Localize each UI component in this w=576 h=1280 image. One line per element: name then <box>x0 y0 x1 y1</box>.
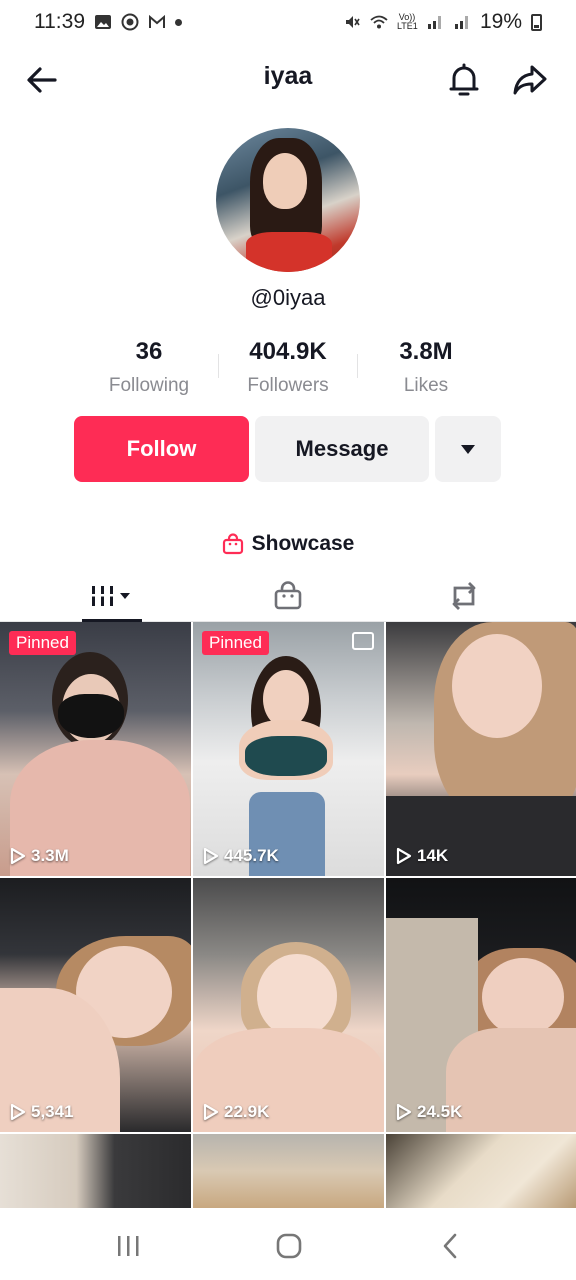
signal-icon <box>454 16 468 29</box>
view-count: 3.3M <box>10 846 69 866</box>
recents-button[interactable] <box>104 1226 152 1266</box>
view-count: 5,341 <box>10 1102 74 1122</box>
video-tile[interactable] <box>386 1134 576 1208</box>
caret-down-icon <box>461 445 475 454</box>
grid-bars-icon <box>90 586 130 606</box>
network-label: Vo)) LTE1 <box>396 12 418 31</box>
tab-shop[interactable] <box>192 570 384 622</box>
shopping-bag-icon <box>274 581 302 610</box>
video-tile[interactable] <box>0 1134 191 1208</box>
status-left: 11:39 <box>34 10 182 34</box>
username: @0iyaa <box>250 285 326 310</box>
wifi-icon <box>370 15 388 29</box>
followers-stat[interactable]: 404.9K Followers <box>218 338 358 397</box>
tab-videos[interactable] <box>16 570 208 622</box>
message-button[interactable]: Message <box>255 416 429 482</box>
content-tabs <box>0 570 576 622</box>
followers-label: Followers <box>247 375 329 396</box>
view-count: 24.5K <box>396 1102 462 1122</box>
tab-reposts[interactable] <box>368 570 560 622</box>
likes-stat[interactable]: 3.8M Likes <box>356 338 496 397</box>
notifications-button[interactable] <box>440 56 488 104</box>
following-stat[interactable]: 36 Following <box>79 338 219 397</box>
video-tile[interactable] <box>193 1134 384 1208</box>
video-grid: Pinned 3.3M Pinned 445.7K 14K 5,341 22.9… <box>0 622 576 1208</box>
status-time: 11:39 <box>34 10 85 33</box>
video-tile[interactable]: 22.9K <box>193 878 384 1132</box>
showcase-link[interactable]: Showcase <box>0 532 576 556</box>
follow-button[interactable]: Follow <box>74 416 249 482</box>
battery-icon <box>531 13 542 31</box>
record-icon <box>121 13 139 31</box>
dot-icon <box>175 18 182 26</box>
gallery-icon <box>95 15 111 29</box>
play-icon <box>396 847 412 865</box>
showcase-label: Showcase <box>251 532 355 555</box>
video-tile[interactable]: Pinned 3.3M <box>0 622 191 876</box>
profile-header: iyaa <box>0 52 576 108</box>
bell-icon <box>449 63 479 96</box>
avatar[interactable] <box>216 128 360 272</box>
share-arrow-icon <box>513 65 547 95</box>
play-icon <box>203 847 219 865</box>
likes-count: 3.8M <box>399 338 453 365</box>
home-button[interactable] <box>265 1226 313 1266</box>
pinned-badge: Pinned <box>202 631 269 655</box>
pinned-badge: Pinned <box>9 631 76 655</box>
repost-icon <box>452 582 476 610</box>
video-tile[interactable]: 14K <box>386 622 576 876</box>
status-bar: 11:39 Vo)) LTE1 19% <box>0 0 576 44</box>
system-nav-bar <box>0 1208 576 1280</box>
following-count: 36 <box>135 338 163 365</box>
play-icon <box>396 1103 412 1121</box>
likes-label: Likes <box>403 375 449 396</box>
video-tile[interactable]: 5,341 <box>0 878 191 1132</box>
page-title: iyaa <box>263 62 313 90</box>
view-count: 14K <box>396 846 448 866</box>
following-label: Following <box>108 375 190 396</box>
video-tile[interactable]: Pinned 445.7K <box>193 622 384 876</box>
video-tile[interactable]: 24.5K <box>386 878 576 1132</box>
back-icon <box>443 1233 457 1259</box>
followers-count: 404.9K <box>249 338 327 365</box>
photo-mode-icon <box>352 632 374 650</box>
profile-stats: 36 Following 404.9K Followers 3.8M Likes <box>80 338 496 402</box>
mute-icon <box>345 16 360 28</box>
home-icon <box>276 1233 302 1259</box>
recents-icon <box>118 1236 139 1256</box>
status-right: Vo)) LTE1 19% <box>343 10 542 34</box>
more-options-button[interactable] <box>435 416 501 482</box>
shopping-bag-icon <box>222 533 243 555</box>
gmail-icon <box>149 14 165 28</box>
play-icon <box>10 847 26 865</box>
signal-icon <box>427 16 441 29</box>
view-count: 445.7K <box>203 846 279 866</box>
play-icon <box>10 1103 26 1121</box>
battery-percent: 19% <box>479 10 522 33</box>
system-back-button[interactable] <box>426 1226 474 1266</box>
share-button[interactable] <box>506 56 554 104</box>
view-count: 22.9K <box>203 1102 269 1122</box>
play-icon <box>203 1103 219 1121</box>
